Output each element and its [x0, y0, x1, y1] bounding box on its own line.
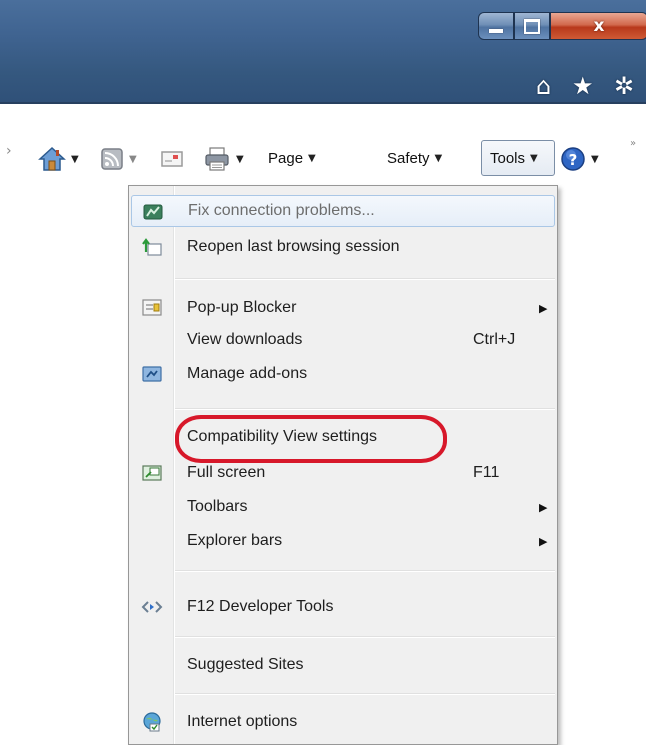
menu-item-label: Internet options — [187, 713, 298, 730]
home-dropdown-caret-icon[interactable]: ▼ — [71, 154, 79, 165]
page-dropdown-caret-icon: ▼ — [308, 153, 316, 164]
svg-text:?: ? — [569, 151, 578, 169]
menu-item-toolbars[interactable]: Toolbars ▶ — [131, 491, 555, 523]
page-menu-label: Page — [268, 150, 304, 167]
reopen-session-icon — [142, 238, 162, 256]
menu-item-label: Fix connection problems... — [188, 202, 375, 219]
menu-separator — [175, 570, 555, 572]
tools-dropdown-menu: Fix connection problems... Reopen last b… — [128, 185, 558, 745]
printer-icon — [205, 147, 229, 171]
menu-item-label: F12 Developer Tools — [187, 598, 334, 615]
menu-item-reopen-last-session[interactable]: Reopen last browsing session — [131, 231, 555, 263]
menu-separator — [175, 693, 555, 695]
menu-item-shortcut: F11 — [473, 464, 500, 481]
menu-separator — [175, 278, 555, 280]
menu-item-shortcut: Ctrl+J — [473, 331, 516, 348]
maximize-icon — [524, 18, 540, 34]
developer-tools-icon — [141, 601, 163, 613]
tools-menu-label: Tools — [490, 150, 526, 167]
window-controls: x — [478, 12, 646, 42]
read-mail-button[interactable] — [160, 149, 184, 169]
menu-item-manage-addons[interactable]: Manage add-ons — [131, 358, 555, 390]
page-menu-button[interactable]: Page ▼ — [268, 150, 316, 167]
menu-item-explorer-bars[interactable]: Explorer bars ▶ — [131, 525, 555, 557]
safety-menu-button[interactable]: Safety ▼ — [387, 150, 442, 167]
maximize-button[interactable] — [514, 12, 550, 40]
menu-item-label: Manage add-ons — [187, 365, 308, 382]
menu-item-label: Suggested Sites — [187, 656, 304, 673]
addons-icon — [142, 366, 162, 382]
menu-item-label: Explorer bars — [187, 532, 283, 549]
minimize-icon — [489, 29, 503, 33]
print-button[interactable]: ▼ — [203, 146, 244, 172]
submenu-arrow-icon: ▶ — [539, 500, 548, 514]
browser-nav-icons: ⌂ ★ ✲ — [536, 72, 646, 102]
overflow-right-chevron-icon[interactable]: » — [630, 138, 636, 149]
menu-item-internet-options[interactable]: Internet options — [131, 706, 555, 738]
menu-separator — [175, 408, 555, 410]
menu-item-label: View downloads — [187, 331, 303, 348]
menu-item-suggested-sites[interactable]: Suggested Sites — [131, 649, 555, 681]
window-title-bar: x ⌂ ★ ✲ — [0, 0, 646, 104]
help-menu-button[interactable]: ? ▼ — [560, 146, 599, 172]
menu-separator — [175, 636, 555, 638]
fullscreen-icon — [142, 465, 162, 481]
close-button[interactable]: x — [550, 12, 646, 40]
menu-item-view-downloads[interactable]: View downloads Ctrl+J — [131, 324, 555, 356]
help-icon: ? — [561, 147, 585, 171]
safety-dropdown-caret-icon: ▼ — [434, 153, 443, 164]
submenu-arrow-icon: ▶ — [539, 301, 548, 315]
feeds-toolbar-button[interactable]: ▼ — [100, 147, 137, 171]
tools-menu-button[interactable]: Tools ▼ — [490, 150, 538, 167]
close-icon: x — [593, 16, 605, 36]
popup-blocker-icon — [142, 299, 162, 316]
menu-item-label: Full screen — [187, 464, 266, 481]
home-toolbar-button[interactable]: ▼ — [38, 146, 79, 172]
home-icon[interactable]: ⌂ — [536, 72, 551, 100]
favorites-star-icon[interactable]: ★ — [572, 72, 594, 100]
menu-item-fix-connection-problems[interactable]: Fix connection problems... — [131, 195, 555, 227]
rss-feed-icon — [101, 148, 123, 170]
feeds-dropdown-caret-icon[interactable]: ▼ — [129, 154, 137, 165]
minimize-button[interactable] — [478, 12, 514, 40]
menu-item-label: Pop-up Blocker — [187, 299, 297, 316]
safety-menu-label: Safety — [387, 150, 430, 167]
overflow-left-chevron-icon[interactable]: › — [6, 143, 12, 159]
menu-item-f12-developer-tools[interactable]: F12 Developer Tools — [131, 591, 555, 623]
network-diagnose-icon — [143, 204, 163, 220]
print-dropdown-caret-icon[interactable]: ▼ — [236, 154, 244, 165]
settings-gear-icon[interactable]: ✲ — [614, 72, 634, 100]
menu-item-popup-blocker[interactable]: Pop-up Blocker ▶ — [131, 292, 555, 324]
menu-item-label: Reopen last browsing session — [187, 238, 400, 255]
home-icon — [38, 146, 66, 171]
internet-options-icon — [143, 712, 161, 732]
menu-item-label: Toolbars — [187, 498, 248, 515]
highlight-annotation-ellipse — [175, 415, 447, 463]
mail-icon — [161, 151, 183, 167]
tools-dropdown-caret-icon: ▼ — [530, 153, 538, 164]
help-dropdown-caret-icon[interactable]: ▼ — [591, 154, 599, 165]
submenu-arrow-icon: ▶ — [539, 534, 548, 548]
